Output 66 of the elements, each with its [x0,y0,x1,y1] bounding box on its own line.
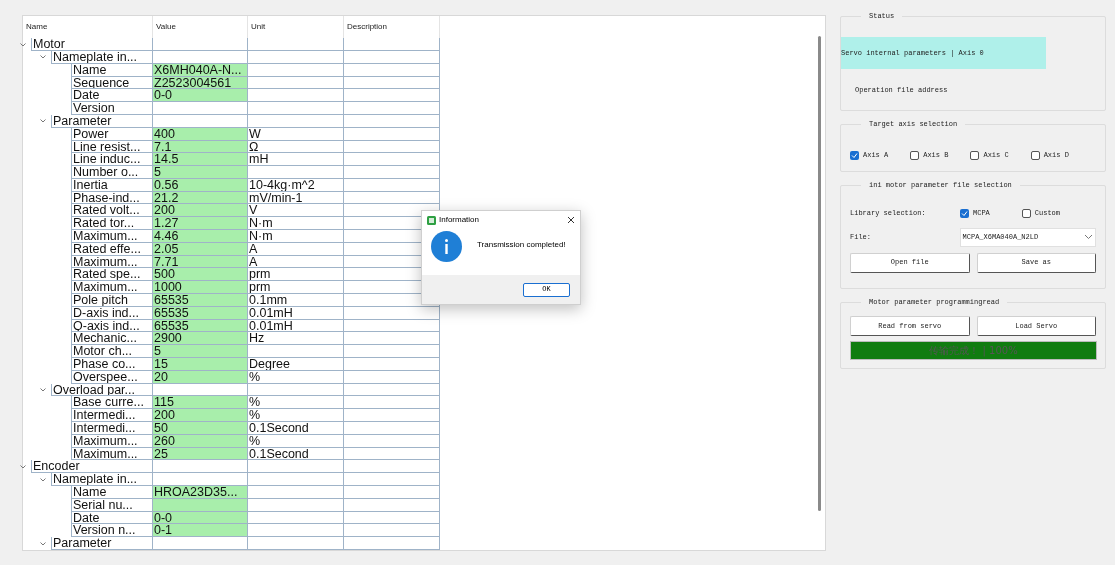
tree-item[interactable]: Motor [31,38,153,51]
unit-cell: prm [248,268,344,282]
value-cell: 115 [153,396,248,410]
unit-cell: W [248,127,344,141]
chevron-down-icon[interactable] [19,40,27,49]
dialog-title: Information [439,214,481,226]
value-cell: 5 [153,166,248,179]
close-icon[interactable] [567,216,575,224]
value-cell: 14.5 [153,153,248,167]
checkbox[interactable] [910,150,920,160]
value-cell: 0-1 [153,524,248,538]
value-cell: 1000 [153,281,248,295]
unit-cell: 0.1Second [248,447,344,461]
tree-item[interactable]: Overload par... [51,383,153,397]
value-cell: 500 [153,268,248,282]
unit-cell: % [248,409,344,423]
tree-item[interactable]: Nameplate in... [51,50,153,64]
unit-cell: Degree [248,358,344,371]
value-cell: 2900 [153,332,248,346]
unit-cell: N·m [248,230,344,243]
column-header[interactable]: Unit [248,16,344,39]
unit-cell: N·m [248,217,344,231]
unit-cell: 0.1mm [248,294,344,307]
tree-item[interactable]: Encoder [31,460,153,474]
dialog-message: Transmission completed! [477,239,566,251]
value-cell: 50 [153,422,248,435]
chevron-down-icon[interactable] [19,462,27,471]
unit-cell: A [248,242,344,256]
value-cell: 4.46 [153,230,248,243]
value-cell: 0-0 [153,89,248,103]
unit-cell: Ω [248,140,344,154]
unit-cell: A [248,255,344,269]
value-cell: 200 [153,204,248,218]
tree-item[interactable]: Parameter [51,537,153,550]
checkbox[interactable] [970,150,980,160]
value-cell: HROA23D35... [153,486,248,499]
app-logo-icon [427,215,436,225]
value-cell: 15 [153,358,248,371]
unit-cell: 0.1Second [248,422,344,435]
tree-item[interactable]: Nameplate in... [51,473,153,486]
checkbox[interactable] [850,150,859,160]
value-cell: 65535 [153,294,248,307]
value-cell: 5 [153,345,248,359]
unit-cell: % [248,434,344,448]
tree-item[interactable]: Parameter [51,114,153,128]
checkbox[interactable] [960,208,969,218]
unit-cell: V [248,204,344,218]
unit-cell: mV/min-1 [248,191,344,205]
chevron-down-icon [1084,234,1093,240]
value-cell: 200 [153,409,248,423]
unit-cell: 10-4kg·m^2 [248,178,344,192]
unit-cell: mH [248,153,344,167]
column-header[interactable]: Description [344,16,440,39]
scrollbar[interactable] [818,36,821,511]
unit-cell: prm [248,281,344,295]
chevron-down-icon[interactable] [39,539,47,548]
unit-cell: % [248,370,344,384]
checkbox[interactable] [1021,208,1031,218]
unit-cell: % [248,396,344,410]
unit-cell: 0.01mH [248,319,344,333]
chevron-down-icon[interactable] [39,475,47,484]
unit-cell: 0.01mH [248,306,344,320]
unit-cell: Hz [248,332,344,346]
checkbox[interactable] [1030,150,1040,160]
column-header[interactable]: Name [23,16,153,39]
value-cell: 1.27 [153,217,248,231]
